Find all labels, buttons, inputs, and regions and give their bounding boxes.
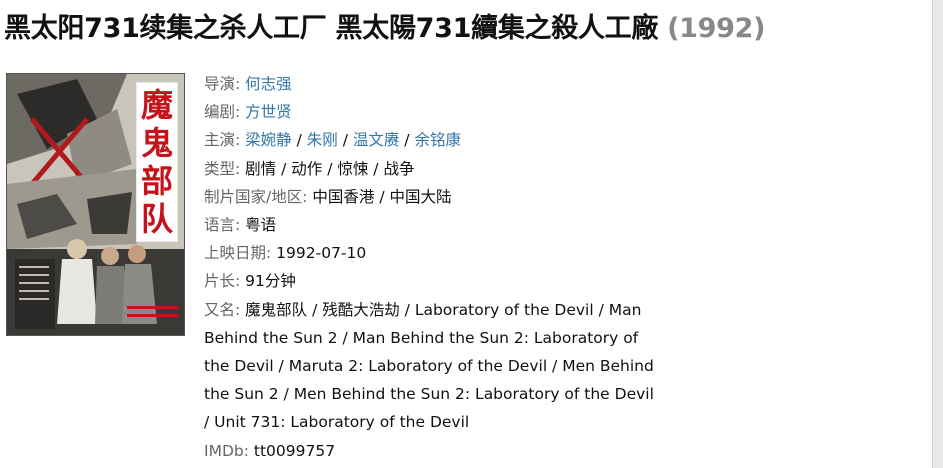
director-link[interactable]: 何志强	[245, 75, 292, 93]
release-date-row: 上映日期: 1992-07-10	[204, 239, 664, 267]
page-title: 黑太阳731续集之杀人工厂 黑太陽731續集之殺人工廠 (1992)	[4, 8, 929, 50]
language-row: 语言: 粤语	[204, 211, 664, 239]
movie-title: 黑太阳731续集之杀人工厂 黑太陽731續集之殺人工廠	[4, 13, 659, 44]
aka-value: 魔鬼部队 / 残酷大浩劫 / Laboratory of the Devil /…	[204, 300, 654, 432]
movie-info: 导演: 何志强 编剧: 方世贤 主演: 梁婉静 / 朱刚 / 温文赓 / 余铭康…	[204, 70, 664, 465]
poster-title: 魔 鬼 部 队	[136, 82, 178, 242]
runtime-label: 片长:	[204, 272, 241, 291]
cast-link[interactable]: 朱刚	[307, 131, 338, 149]
aka-label: 又名:	[204, 300, 241, 319]
cast-row: 主演: 梁婉静 / 朱刚 / 温文赓 / 余铭康	[204, 131, 461, 150]
genre-value: 战争	[383, 159, 415, 178]
runtime-row: 片长: 91分钟	[204, 267, 664, 295]
movie-poster[interactable]: 魔 鬼 部 队	[6, 73, 185, 336]
writer-link[interactable]: 方世贤	[245, 103, 292, 121]
cast-link[interactable]: 温文赓	[353, 131, 400, 149]
cast-link[interactable]: 梁婉静	[245, 131, 292, 149]
imdb-label: IMDb:	[204, 441, 249, 460]
genre-value: 动作	[291, 159, 323, 178]
cast-label: 主演:	[204, 131, 241, 150]
genre-value: 惊悚	[337, 159, 369, 178]
director-label: 导演:	[204, 75, 241, 93]
movie-year: (1992)	[667, 13, 766, 44]
imdb-row: IMDb: tt0099757	[204, 437, 664, 465]
aka-row: 又名: 魔鬼部队 / 残酷大浩劫 / Laboratory of the Dev…	[204, 296, 664, 437]
director-row: 导演: 何志强	[204, 70, 664, 98]
genre-row: 类型: 剧情 / 动作 / 惊悚 / 战争	[204, 159, 415, 178]
scrollbar[interactable]	[932, 0, 943, 468]
language-label: 语言:	[204, 216, 241, 235]
country-row: 制片国家/地区: 中国香港 / 中国大陆	[204, 183, 664, 211]
runtime-value: 91分钟	[245, 272, 296, 291]
genre-value: 剧情	[245, 159, 277, 178]
genre-label: 类型:	[204, 159, 241, 178]
country-label: 制片国家/地区:	[204, 187, 308, 206]
writer-row: 编剧: 方世贤	[204, 98, 664, 126]
cast-link[interactable]: 余铭康	[414, 131, 461, 149]
release-date-value: 1992-07-10	[276, 244, 367, 263]
language-value: 粤语	[245, 216, 277, 235]
writer-label: 编剧:	[204, 103, 241, 122]
imdb-value: tt0099757	[253, 441, 336, 460]
release-date-label: 上映日期:	[204, 244, 272, 263]
country-value: 中国香港 / 中国大陆	[312, 187, 452, 206]
